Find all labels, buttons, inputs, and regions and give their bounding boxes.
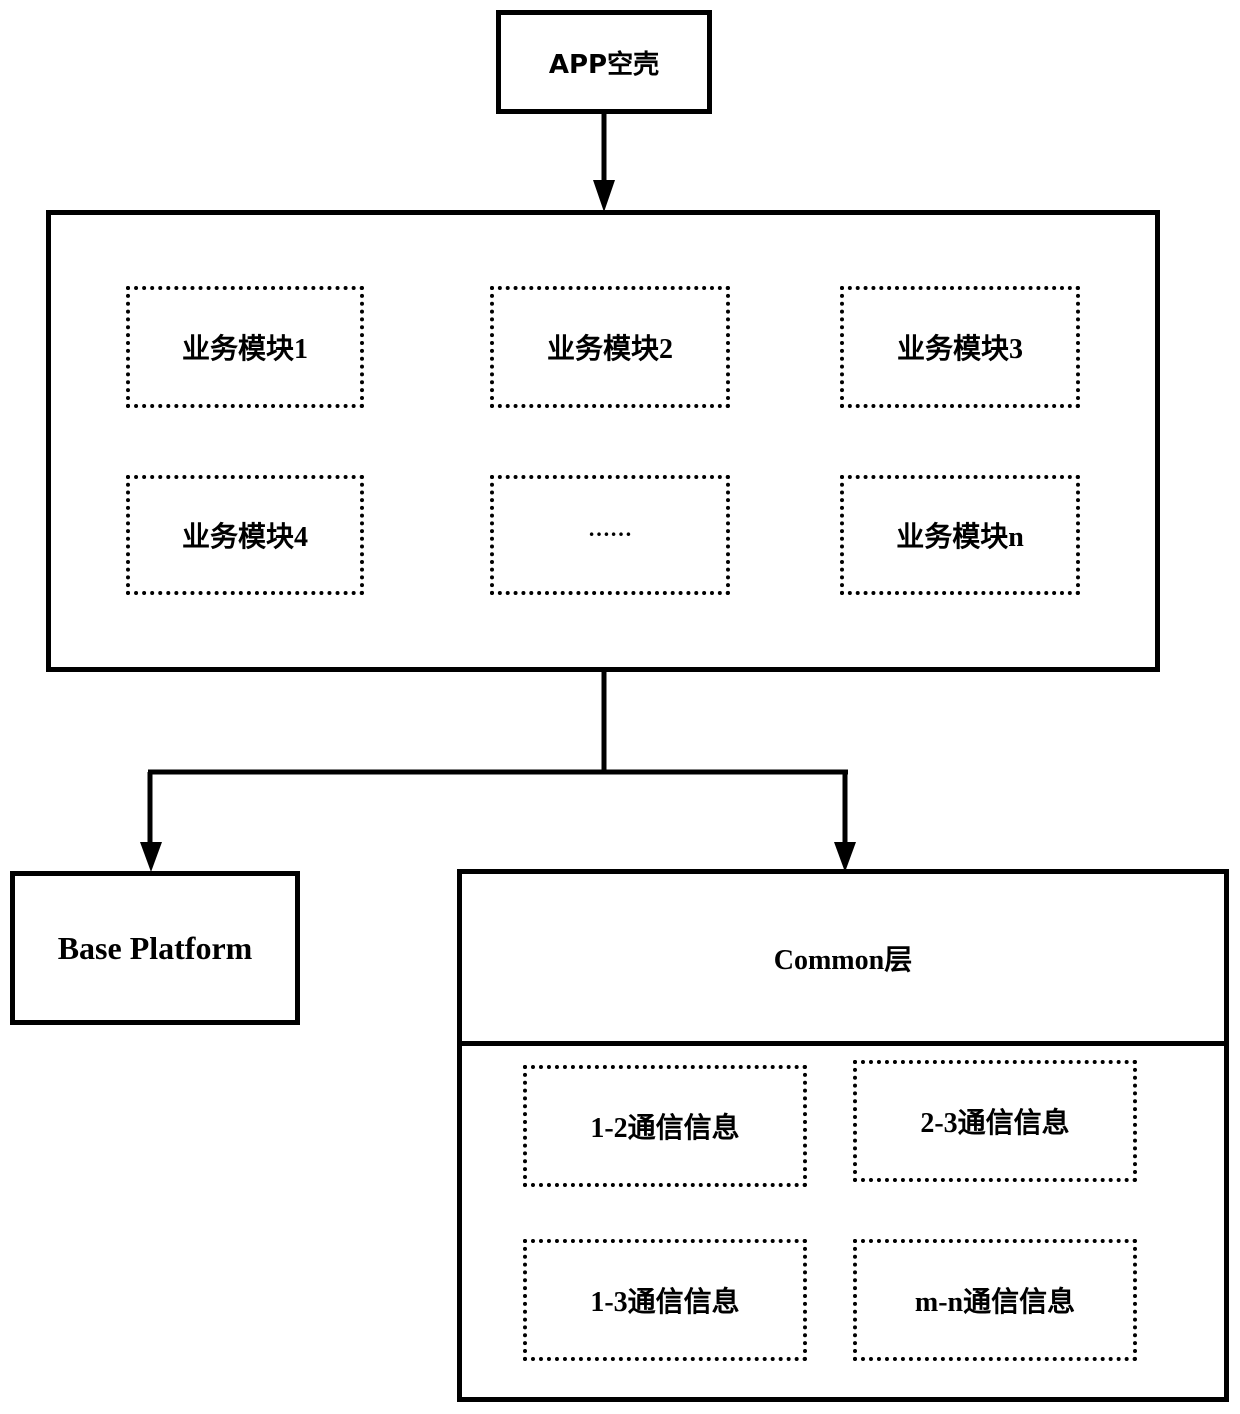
business-module-3: 业务模块3 <box>840 286 1080 408</box>
communication-info-m-n: m-n通信信息 <box>853 1239 1137 1361</box>
business-module-n: 业务模块n <box>840 475 1080 595</box>
common-layer-header: Common层 <box>457 869 1229 1047</box>
business-module-4: 业务模块4 <box>126 475 364 595</box>
module-label: 业务模块1 <box>181 334 308 365</box>
arrowhead-base-platform <box>140 842 162 872</box>
arrowhead-common-layer <box>834 842 856 872</box>
business-module-1: 业务模块1 <box>126 286 364 408</box>
base-platform-box: Base Platform <box>10 871 300 1025</box>
communication-info-label: 2-3通信信息 <box>920 1108 1070 1139</box>
communication-info-label: 1-3通信信息 <box>590 1287 740 1318</box>
module-label: 业务模块3 <box>896 334 1023 365</box>
communication-info-1-2: 1-2通信信息 <box>523 1065 807 1187</box>
base-platform-label: Base Platform <box>57 929 253 966</box>
module-label: 业务模块4 <box>181 522 308 553</box>
module-label: 业务模块n <box>896 522 1024 553</box>
communication-info-2-3: 2-3通信信息 <box>853 1060 1137 1182</box>
arrowhead-modules <box>593 180 615 212</box>
communication-info-label: 1-2通信信息 <box>590 1113 740 1144</box>
app-shell-box: APP空壳 <box>496 10 712 114</box>
communication-info-label: m-n通信信息 <box>914 1287 1076 1318</box>
ellipsis-label: …… <box>588 516 632 541</box>
common-layer-title: Common层 <box>773 944 913 976</box>
module-label: 业务模块2 <box>546 334 673 365</box>
business-module-2: 业务模块2 <box>490 286 730 408</box>
app-shell-label: APP空壳 <box>548 49 660 80</box>
communication-info-1-3: 1-3通信信息 <box>523 1239 807 1361</box>
business-module-ellipsis: …… <box>490 475 730 595</box>
business-modules-container <box>46 210 1160 672</box>
